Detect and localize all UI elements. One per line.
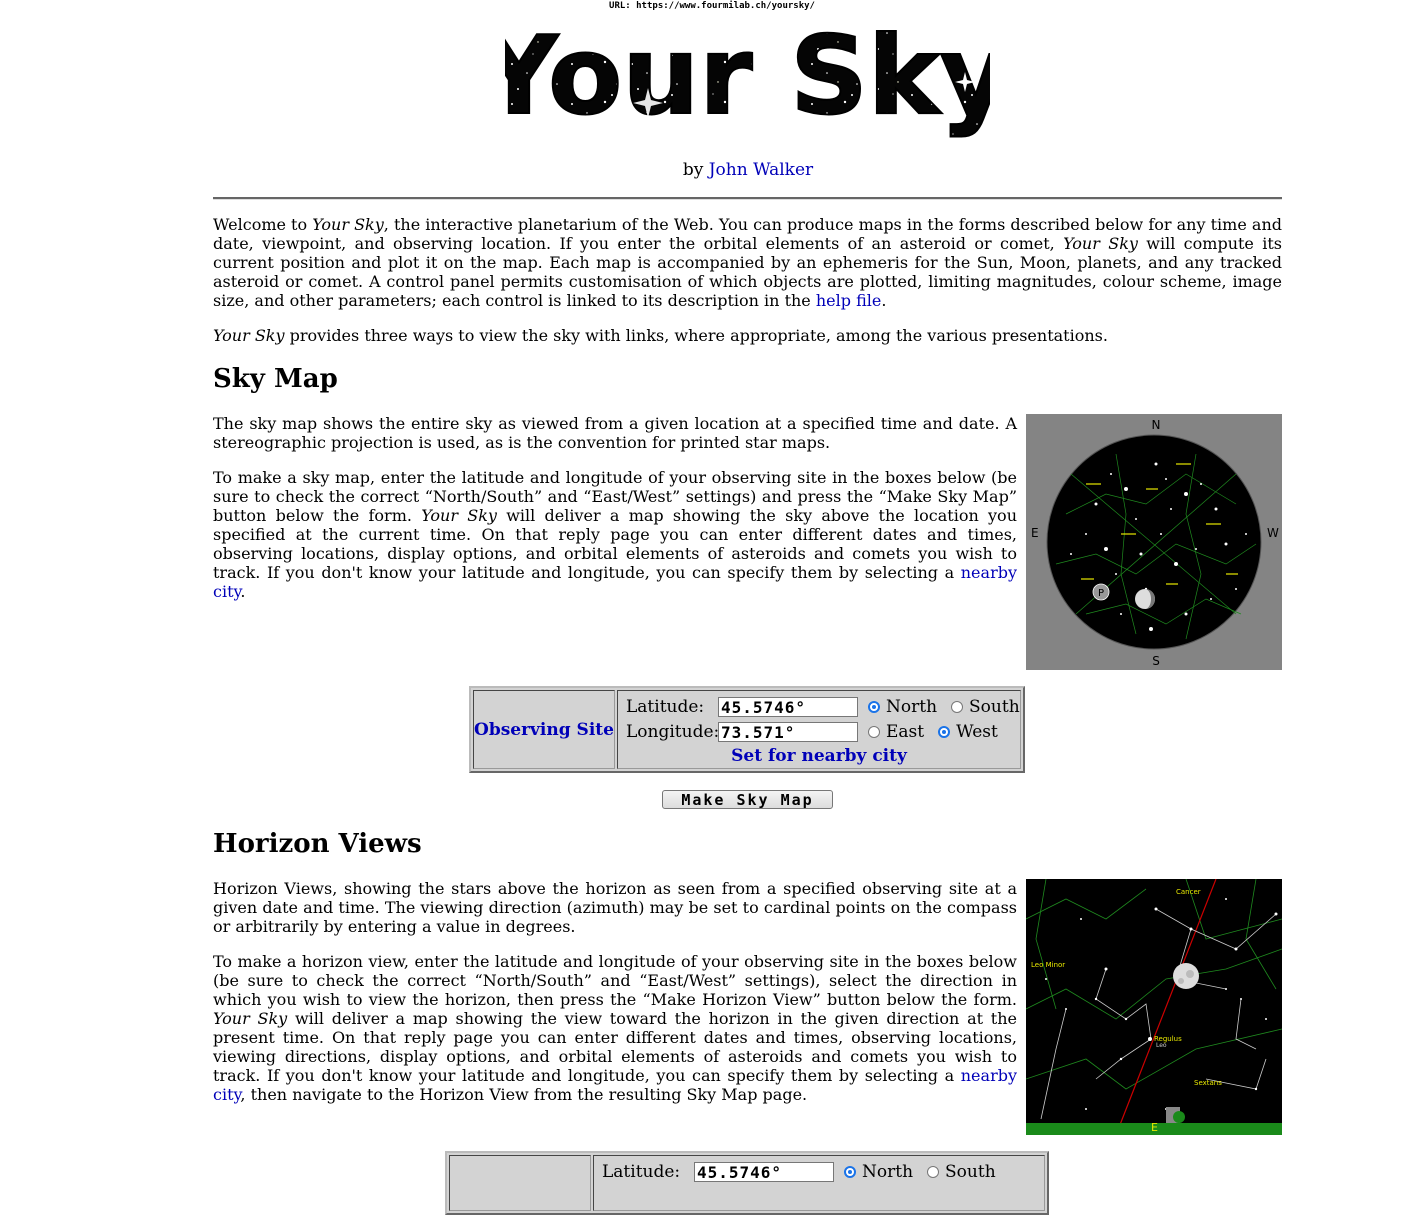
horizon-paragraph-1: Horizon Views, showing the stars above t… xyxy=(213,879,1017,936)
latitude-input[interactable] xyxy=(718,697,858,717)
compass-e: E xyxy=(1031,526,1039,540)
longitude-input[interactable] xyxy=(718,722,858,742)
svg-text:Cancer: Cancer xyxy=(1176,888,1201,896)
compass-s: S xyxy=(1152,654,1160,668)
north-radio[interactable] xyxy=(868,701,880,713)
horizon-south-radio-option[interactable]: South xyxy=(927,1162,996,1182)
sky-map-heading: Sky Map xyxy=(213,364,338,394)
horizon-latitude-input[interactable] xyxy=(694,1162,834,1182)
set-nearby-city-link[interactable]: Set for nearby city xyxy=(618,746,1020,766)
horizon-views-heading: Horizon Views xyxy=(213,829,422,859)
horizon-observing-site-cell xyxy=(449,1155,591,1211)
horizon-south-radio[interactable] xyxy=(927,1166,940,1178)
south-radio[interactable] xyxy=(951,701,964,713)
west-radio[interactable] xyxy=(938,726,951,738)
intro-paragraph-2: Your Sky provides three ways to view the… xyxy=(213,326,1108,345)
svg-text:Leo: Leo xyxy=(1156,1042,1167,1049)
longitude-label: Longitude: xyxy=(626,722,720,742)
sky-map-paragraph-1: The sky map shows the entire sky as view… xyxy=(213,414,1017,452)
intro-paragraph: Welcome to Your Sky, the interactive pla… xyxy=(213,215,1282,310)
horizon-north-radio-option[interactable]: North xyxy=(844,1162,913,1182)
sky-map-image[interactable]: P N S E W xyxy=(1026,414,1282,670)
svg-text:P: P xyxy=(1098,588,1104,599)
compass-n: N xyxy=(1152,418,1161,432)
compass-w: W xyxy=(1267,526,1279,540)
east-radio-option[interactable]: East xyxy=(868,722,924,742)
help-file-link[interactable]: help file xyxy=(816,291,881,310)
sky-map-paragraph-2: To make a sky map, enter the latitude an… xyxy=(213,468,1017,601)
horizon-view-form: Latitude: North South xyxy=(445,1151,1049,1215)
url-bar: URL: https://www.fourmilab.ch/yoursky/ xyxy=(609,1,815,11)
your-sky-logo: Your Sky xyxy=(505,18,990,140)
latitude-label: Latitude: xyxy=(626,697,705,717)
horizon-view-image[interactable]: Cancer Leo Minor Regulus Sextans Leo E xyxy=(1026,879,1282,1135)
horizon-latitude-row: Latitude: North South xyxy=(602,1160,1010,1184)
observing-site-label: Observing Site xyxy=(474,719,614,740)
svg-text:Leo Minor: Leo Minor xyxy=(1031,961,1065,969)
svg-text:Your Sky: Your Sky xyxy=(505,18,990,139)
west-radio-option[interactable]: West xyxy=(938,722,998,742)
latitude-row: Latitude: North South xyxy=(626,695,1034,719)
north-radio-option[interactable]: North xyxy=(868,697,937,717)
make-sky-map-button[interactable]: Make Sky Map xyxy=(662,790,833,809)
horizon-paragraph-2: To make a horizon view, enter the latitu… xyxy=(213,952,1017,1104)
svg-text:E: E xyxy=(1151,1121,1158,1134)
byline: by John Walker xyxy=(682,160,814,180)
observing-site-cell: Observing Site xyxy=(473,690,615,769)
horizon-north-radio[interactable] xyxy=(844,1166,856,1178)
sky-map-form: Observing Site Latitude: North South Lon… xyxy=(469,686,1025,773)
longitude-row: Longitude: East West xyxy=(626,720,1012,744)
east-radio[interactable] xyxy=(868,726,880,738)
horizon-latitude-label: Latitude: xyxy=(602,1162,681,1182)
south-radio-option[interactable]: South xyxy=(951,697,1020,717)
svg-text:Sextans: Sextans xyxy=(1194,1079,1222,1087)
divider xyxy=(213,197,1282,200)
author-link[interactable]: John Walker xyxy=(709,160,813,180)
coordinates-cell: Latitude: North South Longitude: East We… xyxy=(617,690,1021,769)
horizon-coordinates-cell: Latitude: North South xyxy=(593,1155,1045,1211)
